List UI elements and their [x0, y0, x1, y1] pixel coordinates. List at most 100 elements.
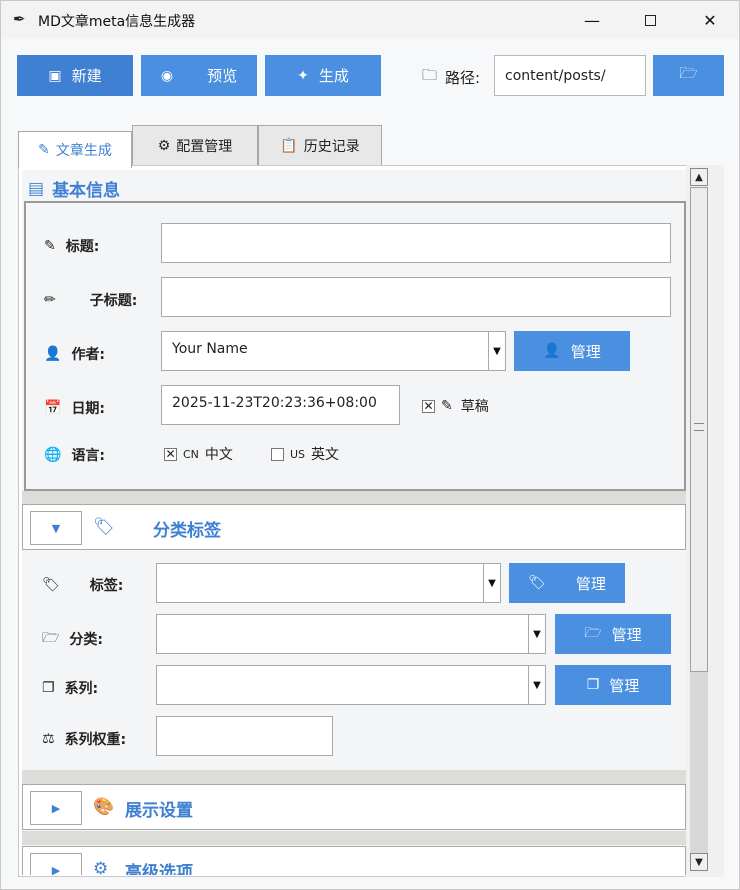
us-flag: US [290, 447, 306, 461]
tab-article-generate[interactable]: ✎ 文章生成 [18, 131, 132, 168]
cn-flag: CN [183, 447, 199, 461]
tags-dropdown-arrow[interactable]: ▼ [483, 563, 501, 603]
advanced-section-title: 高级选项 [125, 863, 193, 875]
tab-content: ▤ 基本信息 ✎ 标题: ✏ 子标题: 👤 作者: Your Name ▼ 👤 … [18, 165, 724, 877]
category-manage-button[interactable]: 🗁 管理 [555, 614, 671, 654]
subtitle-input[interactable] [161, 277, 671, 317]
category-label: 🗁 分类: [42, 627, 103, 651]
document-icon: ▤ [28, 178, 45, 199]
language-label: 🌐 语言: [44, 447, 106, 464]
new-icon: ▣ [48, 67, 62, 84]
tags-manage-button[interactable]: 🏷 管理 [509, 563, 625, 603]
generate-button-label: 生成 [318, 67, 349, 85]
preview-button[interactable]: ◉ 预览 [141, 55, 257, 96]
new-button-label: 新建 [71, 67, 102, 85]
draft-checkbox[interactable]: ✕ ✎ 草稿 [422, 396, 489, 416]
author-manage-button[interactable]: 👤 管理 [514, 331, 630, 371]
edit-icon: ✎ [44, 238, 56, 254]
display-section-title: 展示设置 [125, 801, 193, 821]
lang-cn-checkbox-box[interactable]: ✕ [164, 447, 177, 461]
advanced-section-header[interactable]: ▶ ⚙ 高级选项 [22, 846, 686, 875]
tab-history[interactable]: 📋 历史记录 [258, 125, 382, 165]
generate-button[interactable]: ✦ 生成 [265, 55, 381, 96]
window-title: MD文章meta信息生成器 [38, 14, 196, 30]
author-dropdown-arrow[interactable]: ▼ [488, 331, 506, 371]
lang-cn-checkbox[interactable]: ✕ CN 中文 [164, 444, 233, 464]
category-dropdown-arrow[interactable]: ▼ [528, 614, 546, 654]
new-button[interactable]: ▣ 新建 [17, 55, 133, 96]
scroll-up-arrow[interactable]: ▲ [690, 168, 708, 186]
calendar-icon: 📅 [44, 400, 62, 416]
close-button[interactable]: ✕ [681, 1, 739, 39]
path-input[interactable]: content/posts/ [494, 55, 646, 96]
folder-open-icon: 🗁 [584, 625, 602, 641]
scroll-down-arrow[interactable]: ▼ [690, 853, 708, 871]
clipboard-icon: 📋 [280, 137, 298, 154]
user-icon: 👤 [44, 346, 62, 362]
path-label: 🗀 路径: [422, 65, 480, 90]
display-section-header[interactable]: ▶ 🎨 展示设置 [22, 784, 686, 830]
taxonomy-collapse-toggle[interactable]: ▼ [30, 511, 82, 545]
author-combobox[interactable]: Your Name [161, 331, 489, 371]
weight-icon: ⚖ [42, 731, 55, 747]
tags-label: 🏷 标签: [42, 577, 124, 594]
display-expand-toggle[interactable]: ▶ [30, 791, 82, 825]
title-input[interactable] [161, 223, 671, 263]
tag-icon: 🏷 [42, 577, 60, 593]
copy-icon: ❐ [42, 680, 55, 696]
title-label: ✎ 标题: [44, 238, 100, 255]
lang-us-checkbox-box[interactable] [271, 447, 284, 461]
scroll-grip-icon [694, 423, 704, 431]
edit-icon: ✎ [38, 142, 50, 158]
taxonomy-section-title: 分类标签 [153, 521, 221, 541]
folder-open-icon: 🗁 [679, 64, 698, 82]
date-input[interactable]: 2025-11-23T20:23:36+08:00 [161, 385, 400, 425]
series-dropdown-arrow[interactable]: ▼ [528, 665, 546, 705]
series-weight-input[interactable] [156, 716, 333, 756]
advanced-expand-toggle[interactable]: ▶ [30, 853, 82, 875]
category-combobox[interactable] [156, 614, 529, 654]
subtitle-label: ✏ 子标题: [44, 292, 138, 309]
gear-icon: ⚙ [157, 137, 171, 154]
section-divider [22, 831, 688, 845]
tag-icon: 🏷 [528, 575, 546, 591]
sparkle-icon: ✦ [297, 67, 309, 84]
section-divider [22, 491, 688, 505]
gears-icon: ⚙ [93, 859, 109, 875]
taxonomy-section-header[interactable]: ▼ 🏷 分类标签 [22, 504, 686, 550]
basic-section-title: ▤ 基本信息 [28, 178, 121, 202]
date-label: 📅 日期: [44, 400, 106, 417]
vertical-scrollbar[interactable]: ▲ ▼ [686, 165, 724, 877]
preview-button-label: 预览 [207, 67, 238, 85]
tab-config-manage[interactable]: ⚙ 配置管理 [132, 125, 258, 165]
scroll-area: ▤ 基本信息 ✎ 标题: ✏ 子标题: 👤 作者: Your Name ▼ 👤 … [22, 170, 688, 875]
maximize-button[interactable] [621, 1, 679, 39]
tab-label: 历史记录 [303, 138, 360, 155]
draft-checkbox-box[interactable]: ✕ [422, 399, 435, 413]
title-bar: ✒ MD文章meta信息生成器 — ✕ [1, 1, 739, 39]
pencil-icon: ✏ [44, 292, 56, 308]
path-label-text: 路径: [445, 69, 481, 87]
app-window: ✒ MD文章meta信息生成器 — ✕ ▣ 新建 ◉ 预览 ✦ 生成 🗀 路径:… [0, 0, 740, 890]
browse-folder-button[interactable]: 🗁 [653, 55, 724, 96]
tab-label: 配置管理 [176, 138, 233, 155]
folder-open-icon: 🗁 [42, 630, 60, 646]
series-combobox[interactable] [156, 665, 529, 705]
eye-icon: ◉ [160, 67, 174, 84]
basic-info-box: ✎ 标题: ✏ 子标题: 👤 作者: Your Name ▼ 👤 管理 📅 日期… [24, 201, 686, 491]
user-icon: 👤 [543, 343, 561, 359]
minimize-button[interactable]: — [563, 1, 621, 39]
edit-icon: ✎ [441, 398, 453, 414]
palette-icon: 🎨 [93, 797, 115, 817]
author-label: 👤 作者: [44, 346, 106, 363]
section-divider [22, 770, 688, 784]
series-manage-button[interactable]: ❐ 管理 [555, 665, 671, 705]
globe-icon: 🌐 [44, 447, 62, 463]
copy-icon: ❐ [586, 677, 600, 693]
series-weight-label: ⚖ 系列权重: [42, 731, 127, 748]
series-label: ❐ 系列: [42, 680, 99, 697]
lang-us-checkbox[interactable]: US 英文 [271, 444, 339, 464]
tags-combobox[interactable] [156, 563, 484, 603]
feather-icon: ✒ [13, 10, 26, 28]
tag-icon: 🏷 [93, 517, 115, 537]
